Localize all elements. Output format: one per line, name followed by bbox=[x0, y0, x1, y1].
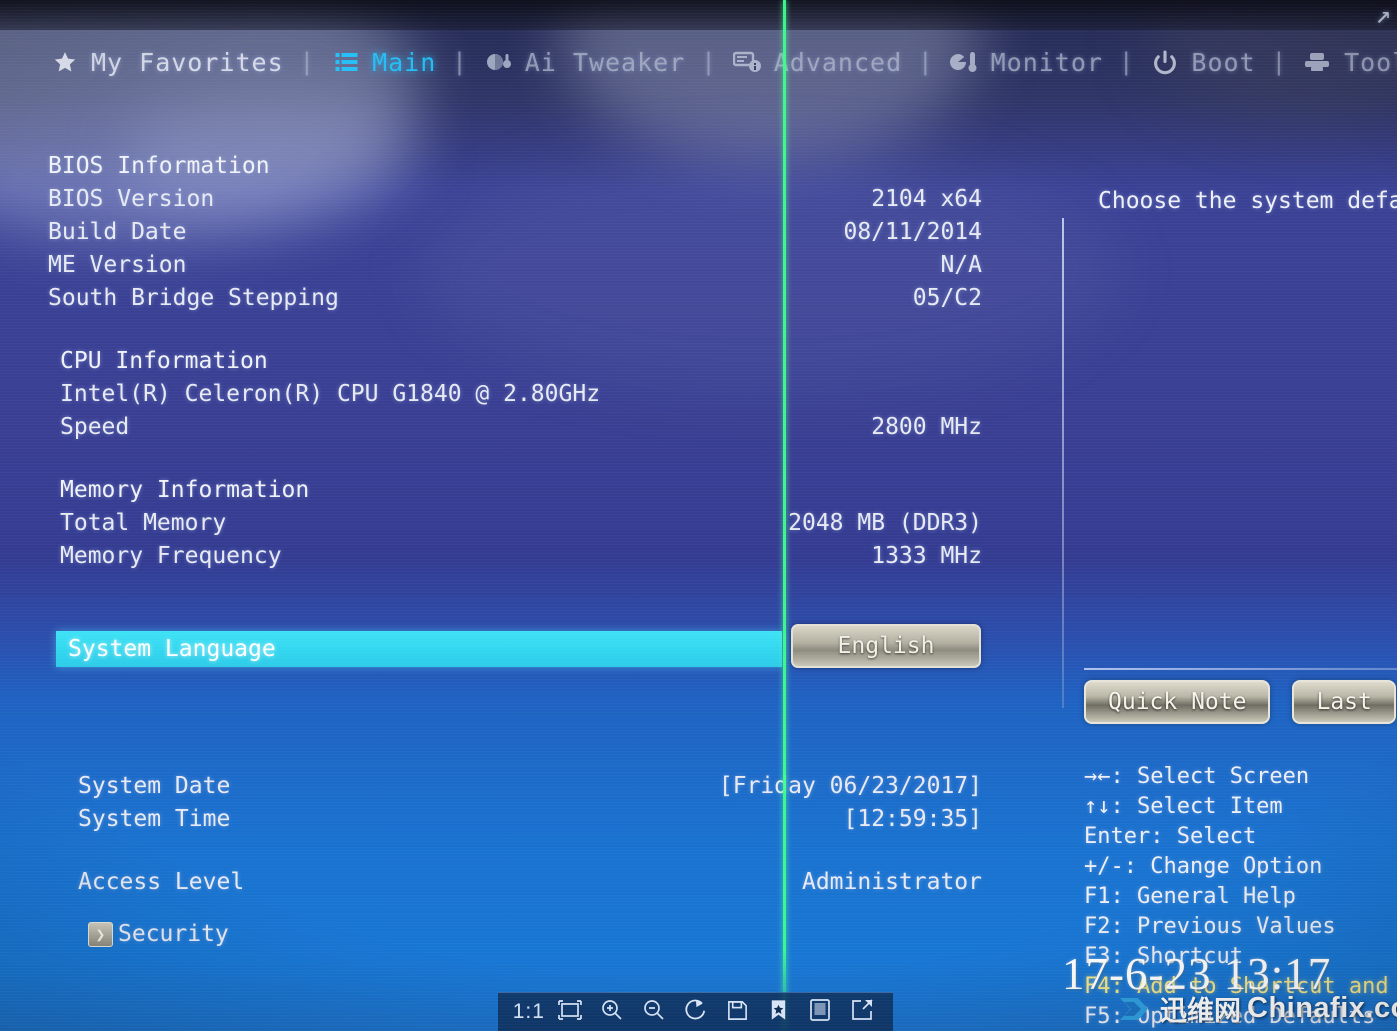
floppy-save-icon bbox=[726, 999, 749, 1026]
ratio-label: 1:1 bbox=[512, 1000, 545, 1023]
menu-separator: | bbox=[701, 48, 717, 76]
setting-label-system-language: System Language bbox=[68, 636, 276, 662]
menu-item-tool[interactable]: Tool bbox=[1303, 48, 1397, 77]
star-icon bbox=[50, 48, 80, 76]
menu-item-label: Tool bbox=[1344, 47, 1397, 77]
key-hint: →←: Select Screen bbox=[1084, 764, 1310, 789]
zoom-out-button[interactable] bbox=[637, 997, 671, 1027]
section-heading-cpu-information: CPU Information bbox=[60, 348, 268, 374]
menu-separator: | bbox=[1118, 48, 1135, 76]
tools-icon bbox=[1303, 48, 1333, 76]
menu-item-main[interactable]: Main bbox=[331, 48, 436, 77]
info-row-access-level: Access Level Administrator bbox=[78, 869, 982, 895]
rotate-cw-icon bbox=[683, 998, 707, 1026]
actual-size-button[interactable]: 1:1 bbox=[512, 997, 546, 1027]
info-row-cpu-model: Intel(R) Celeron(R) CPU G1840 @ 2.80GHz bbox=[60, 381, 601, 407]
help-description: Choose the system defau bbox=[1098, 188, 1397, 214]
menu-item-label: Boot bbox=[1191, 47, 1256, 77]
bios-info-column: BIOS Information BIOS Version 2104 x64 B… bbox=[0, 150, 1060, 573]
menu-item-my-favorites[interactable]: My Favorites bbox=[50, 48, 284, 77]
share-button[interactable] bbox=[845, 997, 879, 1027]
quick-note-label: Quick Note bbox=[1108, 689, 1247, 715]
help-panel: Choose the system defau Quick Note Last … bbox=[1062, 150, 1397, 1029]
list-icon bbox=[331, 48, 361, 76]
system-language-value: English bbox=[837, 633, 935, 659]
submenu-arrow-icon: ❯ bbox=[88, 922, 113, 947]
menu-item-ai-tweaker[interactable]: Ai Tweaker bbox=[484, 48, 686, 77]
section-heading-bios-information: BIOS Information bbox=[48, 153, 270, 179]
menu-item-monitor[interactable]: Monitor bbox=[949, 47, 1103, 77]
key-hint: F1: General Help bbox=[1084, 884, 1296, 909]
menu-item-label: Monitor bbox=[990, 47, 1103, 77]
menu-separator: | bbox=[918, 48, 934, 76]
menu-item-advanced[interactable]: Advanced bbox=[732, 47, 903, 77]
tablet-icon bbox=[809, 998, 831, 1026]
monitor-info-icon bbox=[732, 48, 763, 76]
zoom-in-icon bbox=[600, 998, 624, 1026]
image-viewer-toolbar: 1:1 bbox=[498, 992, 893, 1031]
info-row-bios-version: BIOS Version 2104 x64 bbox=[48, 186, 982, 212]
zoom-in-button[interactable] bbox=[595, 997, 629, 1027]
chinafix-watermark: 迅维网 Chinafix.com bbox=[1118, 989, 1397, 1028]
info-row-south-bridge-stepping: South Bridge Stepping 05/C2 bbox=[48, 285, 982, 311]
zoom-out-icon bbox=[642, 998, 666, 1026]
power-icon bbox=[1150, 48, 1180, 76]
section-heading-memory-information: Memory Information bbox=[60, 477, 310, 503]
screen-top-bezel bbox=[0, 0, 1397, 30]
crop-frame-icon bbox=[557, 999, 583, 1025]
help-panel-buttons: Quick Note Last bbox=[1084, 680, 1396, 724]
fit-frame-button[interactable] bbox=[553, 997, 587, 1027]
bios-screen-photo: ↗ My Favorites | Main | Ai Tweaker | Adv… bbox=[0, 0, 1397, 1031]
info-row-cpu-speed: Speed 2800 MHz bbox=[60, 414, 982, 440]
chinafix-logo-icon bbox=[1118, 994, 1154, 1024]
setting-row-system-date[interactable]: System Date [Friday 06/23/2017] bbox=[0, 770, 1060, 803]
bookmark-star-icon bbox=[767, 998, 790, 1026]
help-panel-divider bbox=[1062, 218, 1064, 708]
favorite-button[interactable] bbox=[762, 997, 796, 1027]
quick-note-button[interactable]: Quick Note bbox=[1084, 680, 1271, 724]
menu-item-boot[interactable]: Boot bbox=[1150, 48, 1255, 77]
menu-separator: | bbox=[1271, 48, 1288, 76]
info-row-me-version: ME Version N/A bbox=[48, 252, 982, 278]
tuning-knob-icon bbox=[484, 48, 514, 76]
bios-menu-bar: My Favorites | Main | Ai Tweaker | Advan… bbox=[0, 34, 1397, 90]
key-hint: ↑↓: Select Item bbox=[1084, 794, 1283, 819]
info-row-total-memory: Total Memory 2048 MB (DDR3) bbox=[60, 510, 982, 536]
watermark-en-text: Chinafix.com bbox=[1247, 992, 1397, 1024]
key-hint: +/-: Change Option bbox=[1084, 854, 1323, 879]
last-modified-button[interactable]: Last bbox=[1292, 680, 1396, 724]
key-hint: F2: Previous Values bbox=[1084, 914, 1336, 939]
menu-separator: | bbox=[299, 48, 316, 76]
info-row-memory-frequency: Memory Frequency 1333 MHz bbox=[60, 543, 982, 569]
menu-item-label: Main bbox=[372, 47, 437, 77]
setting-row-system-time[interactable]: System Time [12:59:35] bbox=[0, 803, 1060, 836]
watermark-cn-text: 迅维网 bbox=[1160, 996, 1241, 1027]
last-modified-label: Last bbox=[1316, 689, 1372, 715]
top-right-arrow-icon: ↗ bbox=[1375, 0, 1391, 30]
info-row-build-date: Build Date 08/11/2014 bbox=[48, 219, 982, 245]
menu-item-label: Ai Tweaker bbox=[524, 47, 686, 77]
save-button[interactable] bbox=[720, 997, 754, 1027]
thermometer-icon bbox=[949, 48, 980, 76]
rotate-button[interactable] bbox=[678, 997, 712, 1027]
menu-separator: | bbox=[452, 48, 468, 76]
system-language-dropdown[interactable]: English bbox=[791, 624, 981, 668]
bios-lower-rows: System Date [Friday 06/23/2017] System T… bbox=[0, 770, 1060, 899]
share-export-icon bbox=[850, 998, 874, 1026]
menu-item-label: My Favorites bbox=[91, 47, 284, 77]
help-panel-rule bbox=[1084, 668, 1397, 670]
setting-row-system-language[interactable]: System Language bbox=[56, 631, 782, 667]
device-view-button[interactable] bbox=[803, 997, 837, 1027]
menu-item-label: Advanced bbox=[773, 47, 903, 77]
key-hint: Enter: Select bbox=[1084, 824, 1257, 849]
